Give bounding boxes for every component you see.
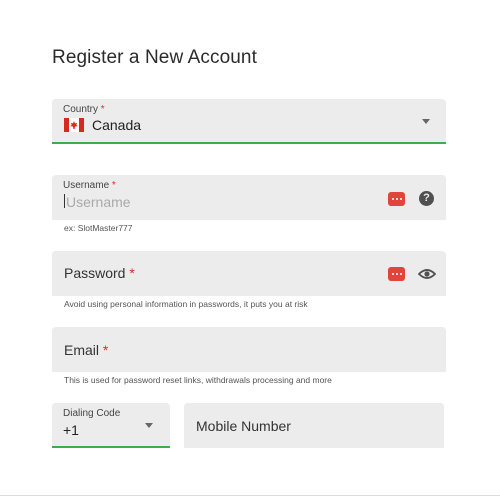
country-select[interactable]: Country * Canada bbox=[52, 99, 446, 144]
username-helper: ex: SlotMaster777 bbox=[64, 223, 133, 233]
country-value: Canada bbox=[92, 117, 142, 133]
divider bbox=[0, 495, 500, 496]
mobile-number-label: Mobile Number bbox=[196, 418, 291, 434]
dialing-code-value: +1 bbox=[63, 422, 79, 438]
help-icon[interactable]: ? bbox=[419, 191, 434, 206]
email-label: Email * bbox=[64, 342, 109, 358]
mobile-number-field[interactable]: Mobile Number bbox=[184, 403, 444, 448]
username-label: Username * bbox=[63, 180, 116, 191]
dialing-code-select[interactable]: Dialing Code +1 bbox=[52, 403, 170, 448]
page-title: Register a New Account bbox=[52, 47, 257, 68]
required-marker: * bbox=[111, 180, 116, 191]
text-cursor bbox=[64, 194, 65, 208]
email-helper: This is used for password reset links, w… bbox=[64, 375, 332, 385]
chevron-down-icon[interactable] bbox=[145, 423, 153, 428]
password-manager-icon[interactable] bbox=[388, 192, 405, 206]
eye-icon[interactable] bbox=[418, 268, 436, 280]
username-field[interactable]: Username * Username ? bbox=[52, 175, 446, 220]
username-placeholder: Username bbox=[66, 194, 131, 210]
password-manager-icon[interactable] bbox=[388, 267, 405, 281]
country-label: Country * bbox=[63, 104, 105, 115]
required-marker: * bbox=[100, 104, 105, 115]
chevron-down-icon[interactable] bbox=[422, 119, 430, 124]
password-label: Password * bbox=[64, 265, 135, 281]
required-marker: * bbox=[102, 342, 109, 358]
email-field[interactable]: Email * bbox=[52, 327, 446, 372]
password-field[interactable]: Password * bbox=[52, 251, 446, 296]
dialing-code-label: Dialing Code bbox=[63, 408, 121, 419]
canada-flag-icon bbox=[64, 118, 84, 132]
password-helper: Avoid using personal information in pass… bbox=[64, 299, 308, 309]
required-marker: * bbox=[129, 265, 135, 281]
